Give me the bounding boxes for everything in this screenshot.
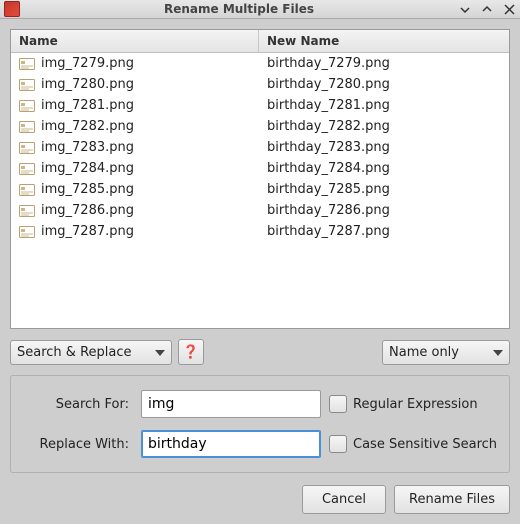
case-sensitive-checkbox[interactable]: Case Sensitive Search (329, 435, 497, 453)
titlebar: Rename Multiple Files (0, 0, 520, 19)
file-icon (19, 226, 35, 238)
file-icon (19, 121, 35, 133)
mode-selector-label: Search & Replace (17, 345, 132, 360)
file-name: img_7287.png (41, 224, 134, 239)
dialog-buttons: Cancel Rename Files (10, 483, 510, 514)
file-name: img_7280.png (41, 77, 134, 92)
file-newname: birthday_7282.png (267, 119, 390, 134)
replace-input[interactable] (141, 430, 321, 458)
window-title: Rename Multiple Files (26, 2, 452, 16)
table-row[interactable]: img_7280.png birthday_7280.png (11, 74, 509, 95)
scope-selector-label: Name only (389, 345, 459, 360)
rename-button[interactable]: Rename Files (394, 485, 510, 514)
table-row[interactable]: img_7281.png birthday_7281.png (11, 95, 509, 116)
file-newname: birthday_7283.png (267, 140, 390, 155)
maximize-icon[interactable] (480, 2, 494, 16)
file-name: img_7282.png (41, 119, 134, 134)
table-row[interactable]: img_7284.png birthday_7284.png (11, 158, 509, 179)
column-header-name[interactable]: Name (11, 30, 259, 52)
scope-selector[interactable]: Name only (382, 340, 510, 365)
table-row[interactable]: img_7283.png birthday_7283.png (11, 137, 509, 158)
search-replace-form: Search For: Regular Expression Replace W… (10, 375, 510, 473)
minimize-icon[interactable] (458, 2, 472, 16)
file-icon (19, 142, 35, 154)
file-newname: birthday_7280.png (267, 77, 390, 92)
search-for-label: Search For: (23, 397, 133, 412)
help-icon: ❓ (183, 345, 199, 360)
file-name: img_7285.png (41, 182, 134, 197)
table-row[interactable]: img_7287.png birthday_7287.png (11, 221, 509, 242)
mode-selector[interactable]: Search & Replace (10, 340, 172, 365)
mode-row: Search & Replace ❓ Name only (10, 339, 510, 365)
column-header-newname[interactable]: New Name (259, 30, 509, 52)
case-sensitive-label: Case Sensitive Search (353, 437, 497, 452)
app-icon (4, 1, 20, 17)
checkbox-icon (329, 435, 347, 453)
file-newname: birthday_7287.png (267, 224, 390, 239)
file-newname: birthday_7285.png (267, 182, 390, 197)
chevron-down-icon (493, 345, 503, 360)
file-name: img_7279.png (41, 56, 134, 71)
table-row[interactable]: img_7279.png birthday_7279.png (11, 53, 509, 74)
file-newname: birthday_7281.png (267, 98, 390, 113)
chevron-down-icon (155, 345, 165, 360)
file-name: img_7281.png (41, 98, 134, 113)
table-row[interactable]: img_7285.png birthday_7285.png (11, 179, 509, 200)
search-input[interactable] (141, 390, 321, 418)
checkbox-icon (329, 395, 347, 413)
file-icon (19, 184, 35, 196)
file-name: img_7283.png (41, 140, 134, 155)
regex-checkbox[interactable]: Regular Expression (329, 395, 497, 413)
file-newname: birthday_7284.png (267, 161, 390, 176)
file-name: img_7286.png (41, 203, 134, 218)
file-icon (19, 79, 35, 91)
list-header: Name New Name (11, 30, 509, 53)
file-icon (19, 58, 35, 70)
file-icon (19, 100, 35, 112)
cancel-button[interactable]: Cancel (302, 485, 386, 514)
table-row[interactable]: img_7286.png birthday_7286.png (11, 200, 509, 221)
help-button[interactable]: ❓ (178, 339, 204, 365)
file-icon (19, 205, 35, 217)
replace-with-label: Replace With: (23, 437, 133, 452)
file-newname: birthday_7279.png (267, 56, 390, 71)
window-controls (458, 2, 516, 16)
close-icon[interactable] (502, 2, 516, 16)
file-newname: birthday_7286.png (267, 203, 390, 218)
file-list[interactable]: Name New Name img_7279.png birthday_7279.… (10, 29, 510, 329)
content-area: Name New Name img_7279.png birthday_7279.… (0, 19, 520, 524)
regex-label: Regular Expression (353, 397, 478, 412)
file-icon (19, 163, 35, 175)
rename-dialog: Rename Multiple Files Name New Name img_… (0, 0, 520, 524)
table-row[interactable]: img_7282.png birthday_7282.png (11, 116, 509, 137)
file-name: img_7284.png (41, 161, 134, 176)
